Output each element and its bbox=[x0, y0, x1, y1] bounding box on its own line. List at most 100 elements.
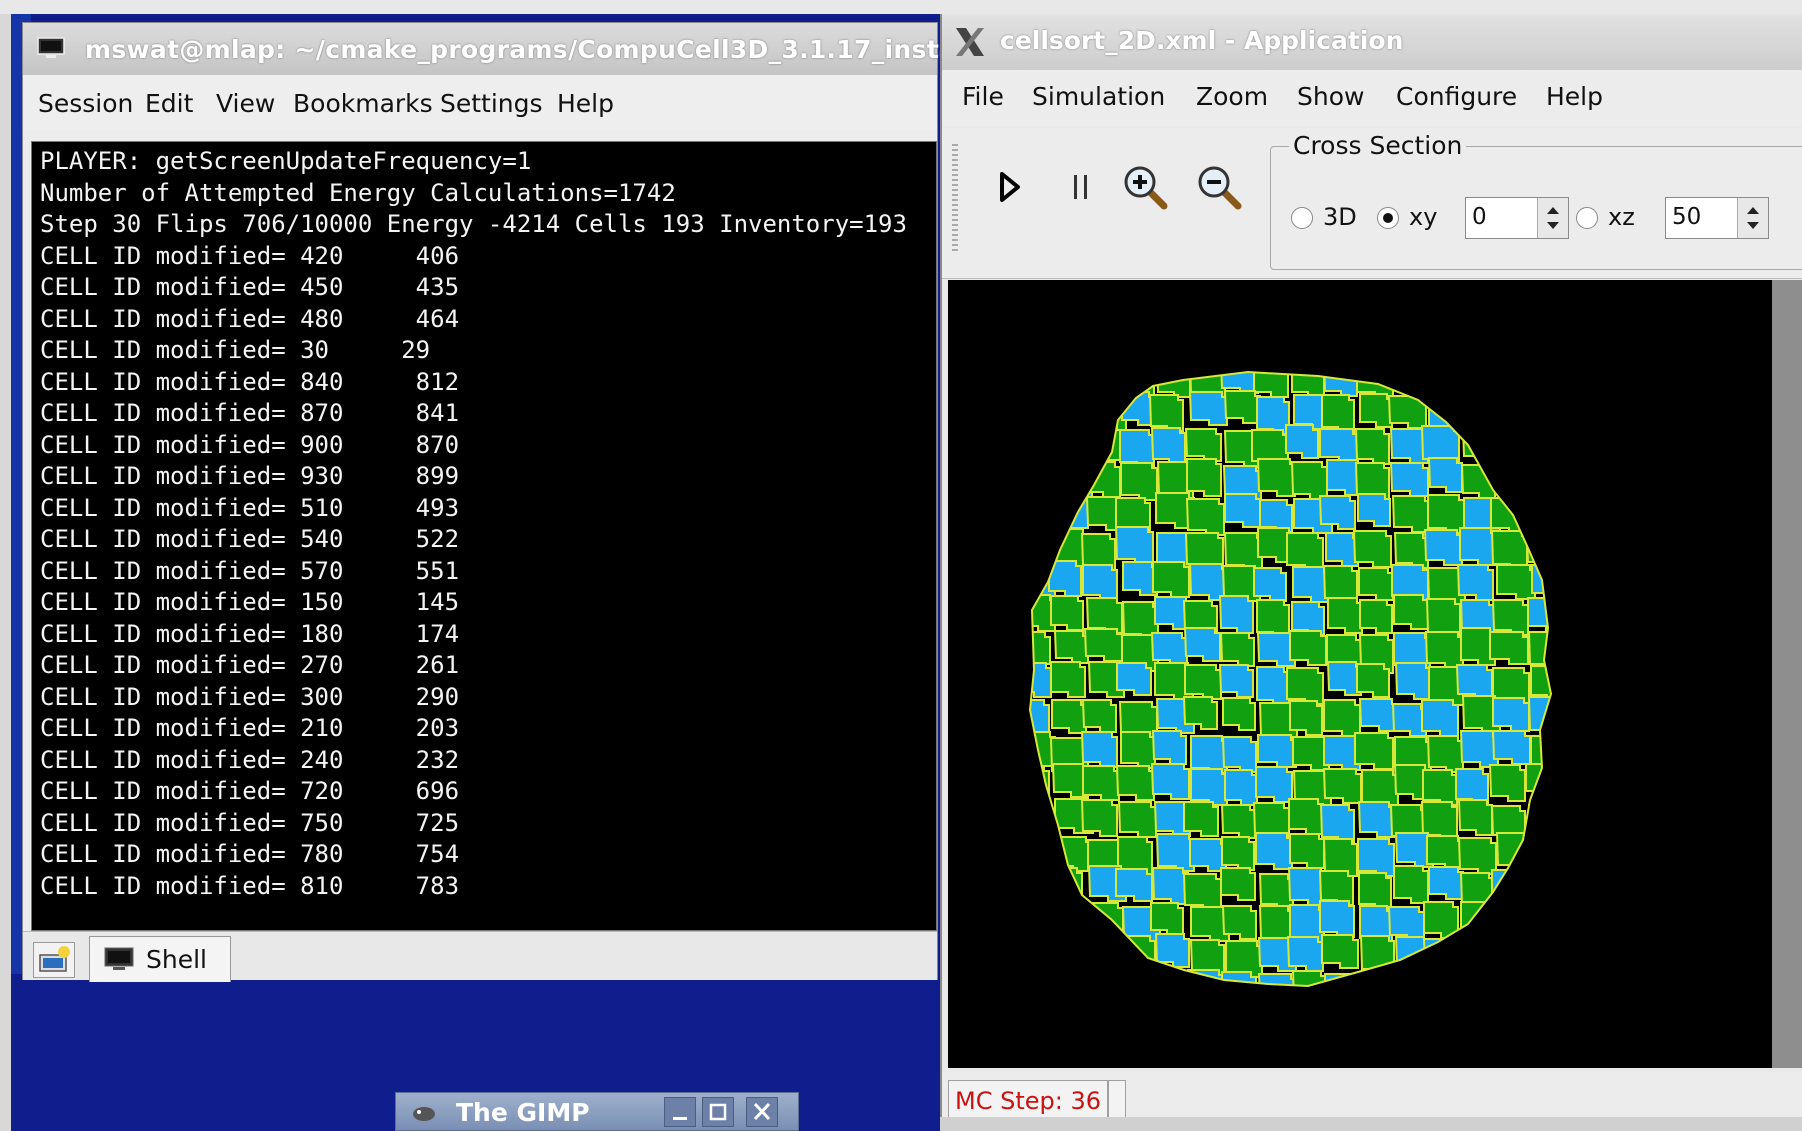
cell-lattice bbox=[1028, 370, 1600, 988]
cell-condensing bbox=[1394, 662, 1432, 700]
cell-non-condensing bbox=[1427, 971, 1467, 986]
minimize-icon bbox=[673, 1117, 687, 1120]
cell-condensing bbox=[1357, 838, 1395, 877]
cell-non-condensing bbox=[1150, 902, 1184, 936]
spin-arrows-icon[interactable] bbox=[1537, 198, 1568, 238]
cell-non-condensing bbox=[1030, 372, 1049, 397]
cell-non-condensing bbox=[1559, 528, 1592, 562]
cell-non-condensing bbox=[1354, 428, 1390, 465]
cell-non-condensing bbox=[1427, 494, 1465, 534]
cell-condensing bbox=[1387, 906, 1425, 941]
terminal-title-bar[interactable]: mswat@mlap: ~/cmake_programs/CompuCell3D… bbox=[23, 23, 956, 75]
cell-non-condensing bbox=[1422, 769, 1458, 806]
cell-condensing bbox=[1564, 730, 1600, 764]
cell-non-condensing bbox=[1490, 424, 1526, 462]
cell-non-condensing bbox=[1291, 970, 1327, 986]
zoom-in-icon[interactable] bbox=[1120, 162, 1170, 212]
cell-non-condensing bbox=[1457, 799, 1493, 836]
menu-help[interactable]: Help bbox=[557, 89, 614, 118]
menu-simulation[interactable]: Simulation bbox=[1032, 82, 1165, 111]
radio-3d[interactable] bbox=[1291, 207, 1313, 229]
player-title: cellsort_2D.xml - Application bbox=[1000, 26, 1404, 55]
gimp-window-titlebar[interactable]: The GIMP bbox=[395, 1092, 799, 1131]
cell-non-condensing bbox=[1359, 935, 1395, 975]
cell-non-condensing bbox=[1120, 731, 1156, 769]
xz-slice-spinbox[interactable]: 50 bbox=[1665, 197, 1769, 239]
cell-condensing bbox=[1082, 564, 1118, 601]
cell-condensing bbox=[1456, 564, 1494, 601]
play-icon[interactable] bbox=[984, 162, 1034, 212]
menu-show[interactable]: Show bbox=[1297, 82, 1364, 111]
cell-condensing bbox=[1423, 529, 1463, 566]
menu-bookmarks[interactable]: Bookmarks bbox=[293, 89, 433, 118]
canvas-scrollbar[interactable] bbox=[1772, 280, 1802, 1068]
cell-non-condensing bbox=[1489, 631, 1529, 665]
cell-non-condensing bbox=[1394, 970, 1430, 986]
cell-non-condensing bbox=[1495, 832, 1533, 871]
cell-condensing bbox=[1257, 734, 1297, 768]
radio-xy[interactable] bbox=[1377, 207, 1399, 229]
cell-condensing bbox=[1255, 832, 1293, 870]
simulation-canvas[interactable] bbox=[948, 280, 1772, 1068]
cell-non-condensing bbox=[1054, 836, 1092, 872]
cell-non-condensing bbox=[1222, 697, 1256, 731]
cell-non-condensing bbox=[1393, 532, 1429, 569]
cell-non-condensing bbox=[1030, 463, 1059, 500]
terminal-output[interactable]: PLAYER: getScreenUpdateFrequency=1 Numbe… bbox=[31, 141, 937, 931]
menu-file[interactable]: File bbox=[962, 82, 1004, 111]
cell-condensing bbox=[1422, 938, 1460, 973]
cell-non-condensing bbox=[1290, 461, 1328, 500]
cell-non-condensing bbox=[1182, 696, 1218, 730]
menu-edit[interactable]: Edit bbox=[145, 89, 193, 118]
cell-non-condensing bbox=[1358, 567, 1394, 601]
cell-non-condensing bbox=[1460, 901, 1496, 936]
cell-condensing bbox=[1523, 904, 1551, 939]
new-tab-button[interactable] bbox=[33, 942, 75, 978]
cell-non-condensing bbox=[1183, 801, 1219, 837]
cell-condensing bbox=[1286, 936, 1324, 972]
cell-non-condensing bbox=[1120, 462, 1158, 501]
tab-shell[interactable]: Shell bbox=[89, 936, 231, 982]
menu-settings[interactable]: Settings bbox=[440, 89, 543, 118]
cell-non-condensing bbox=[1030, 425, 1058, 460]
terminal-line: CELL ID modified= 300 290 bbox=[40, 682, 460, 711]
cell-non-condensing bbox=[1528, 939, 1551, 977]
cell-condensing bbox=[1491, 869, 1527, 908]
x-window-icon bbox=[956, 28, 984, 56]
cell-non-condensing bbox=[1219, 632, 1255, 667]
cell-non-condensing bbox=[1459, 372, 1497, 400]
radio-3d-label: 3D bbox=[1323, 203, 1357, 231]
cell-non-condensing bbox=[1253, 372, 1289, 398]
xy-slice-spinbox[interactable]: 0 bbox=[1465, 197, 1569, 239]
menu-zoom[interactable]: Zoom bbox=[1196, 82, 1268, 111]
cell-non-condensing bbox=[1258, 873, 1294, 910]
cell-non-condensing bbox=[1220, 804, 1256, 839]
desktop-bottom-edge bbox=[940, 1117, 1802, 1131]
menu-configure[interactable]: Configure bbox=[1396, 82, 1517, 111]
cell-condensing bbox=[1492, 970, 1532, 986]
toolbar-grip[interactable] bbox=[952, 144, 958, 254]
spin-arrows-icon[interactable] bbox=[1737, 198, 1768, 238]
cell-condensing bbox=[1122, 561, 1158, 596]
cell-non-condensing bbox=[1354, 732, 1394, 770]
zoom-out-icon[interactable] bbox=[1194, 162, 1244, 212]
menu-session[interactable]: Session bbox=[38, 89, 133, 118]
cell-non-condensing bbox=[1223, 390, 1261, 424]
cell-non-condensing bbox=[1184, 428, 1222, 462]
minimize-button[interactable] bbox=[664, 1097, 696, 1127]
radio-xz[interactable] bbox=[1576, 207, 1598, 229]
menu-help-player[interactable]: Help bbox=[1546, 82, 1603, 111]
cell-non-condensing bbox=[1491, 396, 1529, 432]
cell-condensing bbox=[1116, 662, 1152, 696]
cell-condensing bbox=[1525, 372, 1551, 396]
terminal-line: Number of Attempted Energy Calculations=… bbox=[40, 178, 676, 207]
cell-non-condensing bbox=[1256, 599, 1290, 638]
cell-non-condensing bbox=[1563, 837, 1599, 871]
cell-non-condensing bbox=[1088, 902, 1124, 941]
close-button[interactable] bbox=[746, 1097, 778, 1127]
cell-condensing bbox=[1219, 372, 1259, 394]
player-title-bar[interactable]: cellsort_2D.xml - Application bbox=[942, 14, 1802, 70]
pause-icon[interactable] bbox=[1056, 162, 1106, 212]
maximize-button[interactable] bbox=[702, 1097, 734, 1127]
menu-view[interactable]: View bbox=[216, 89, 275, 118]
